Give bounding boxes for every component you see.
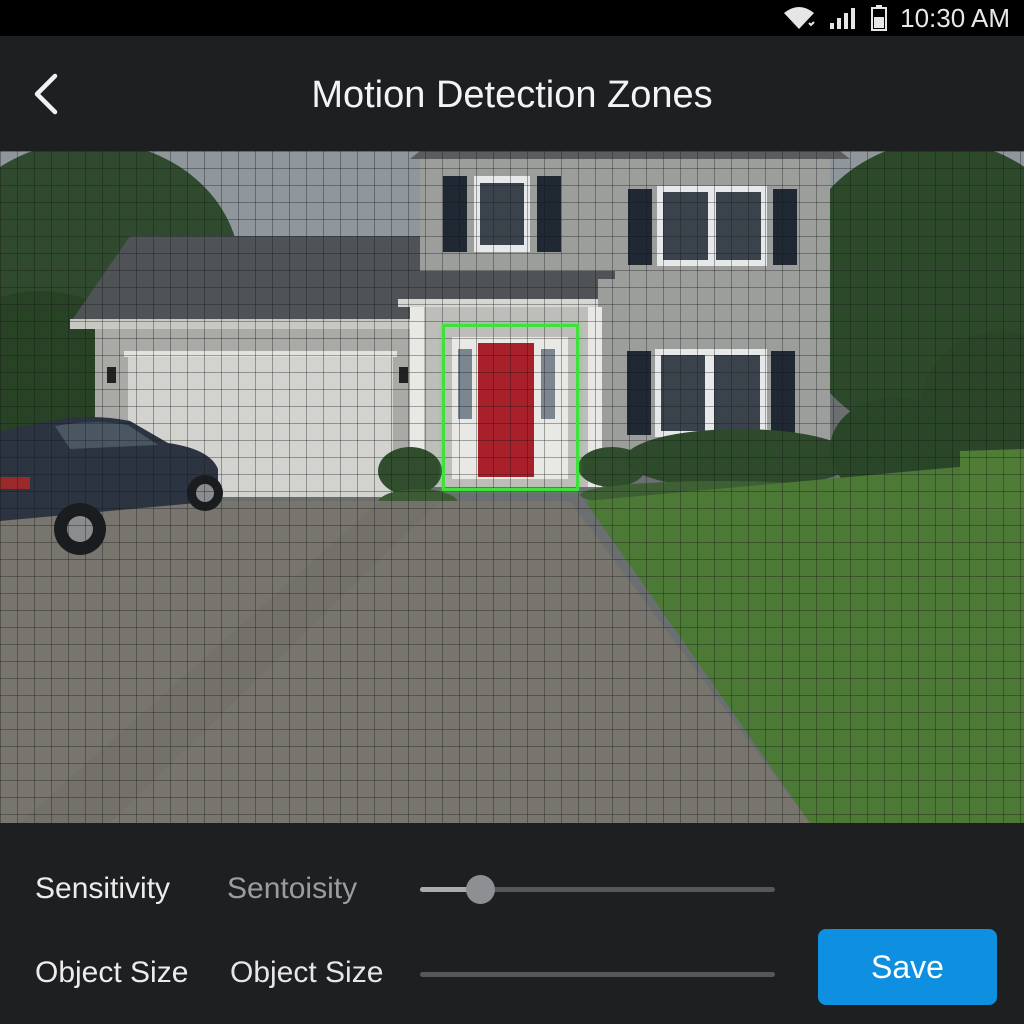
controls-panel: Sensitivity Sentoisity Object Size Objec… bbox=[0, 823, 1024, 1024]
sensitivity-sublabel: Sentoisity bbox=[227, 872, 358, 905]
camera-view[interactable] bbox=[0, 151, 1024, 823]
status-time: 10:30 AM bbox=[900, 2, 1010, 33]
app-header: Motion Detection Zones bbox=[0, 36, 1024, 151]
page-title: Motion Detection Zones bbox=[311, 74, 713, 116]
wifi-icon bbox=[784, 7, 815, 29]
sensitivity-slider[interactable] bbox=[420, 875, 775, 904]
object-size-label: Object Size bbox=[35, 956, 189, 989]
status-icons: 10:30 AM bbox=[782, 0, 1010, 36]
object-size-slider[interactable] bbox=[420, 972, 775, 977]
battery-icon bbox=[871, 5, 888, 31]
chevron-left-icon bbox=[34, 73, 58, 115]
sensitivity-label: Sensitivity bbox=[35, 872, 171, 905]
sensitivity-slider-thumb[interactable] bbox=[466, 875, 496, 904]
detection-zone[interactable] bbox=[442, 324, 579, 491]
motion-zones-screen: 10:30 AM Motion Detection Zones Sensitiv… bbox=[0, 0, 1024, 1024]
save-button[interactable]: Save bbox=[818, 929, 997, 1005]
signal-icon bbox=[830, 8, 856, 29]
status-bar: 10:30 AM bbox=[0, 0, 1024, 36]
back-button[interactable] bbox=[20, 68, 72, 120]
object-size-sublabel: Object Size bbox=[230, 956, 384, 989]
